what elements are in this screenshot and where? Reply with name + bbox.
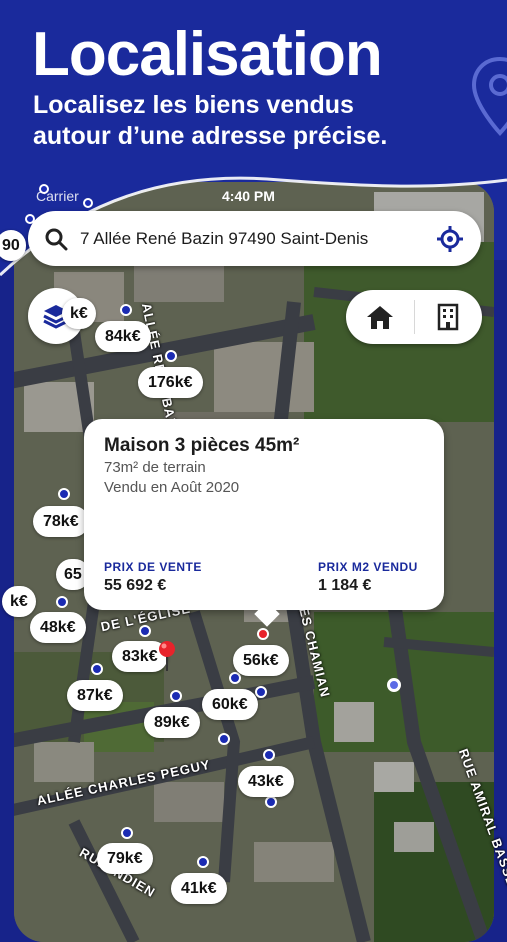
price-marker[interactable]: 87k€ xyxy=(67,680,123,711)
red-map-pin-icon xyxy=(159,641,175,671)
price-marker[interactable]: 176k€ xyxy=(138,367,203,398)
house-filter-button[interactable] xyxy=(346,290,414,344)
sale-dot[interactable] xyxy=(265,796,277,808)
promo-subtitle-line2: autour d’une adresse précise. xyxy=(33,122,388,150)
search-input[interactable]: 7 Allée René Bazin 97490 Saint-Denis xyxy=(80,229,368,249)
building-icon xyxy=(437,303,459,331)
price-marker[interactable]: 48k€ xyxy=(30,612,86,643)
sale-price-value: 55 692 € xyxy=(104,577,167,594)
sale-dot[interactable] xyxy=(139,625,151,637)
sale-dot[interactable] xyxy=(121,827,133,839)
sale-dot[interactable] xyxy=(25,214,35,224)
sale-dot[interactable] xyxy=(56,596,68,608)
house-icon xyxy=(367,306,393,329)
promo-title: Localisation xyxy=(32,20,383,89)
property-info-card[interactable]: Maison 3 pièces 45m² 73m² de terrain Ven… xyxy=(84,419,444,627)
price-marker-partial[interactable]: k€ xyxy=(2,586,36,617)
price-per-m2-value: 1 184 € xyxy=(318,577,372,594)
apartment-filter-button[interactable] xyxy=(415,290,482,344)
price-marker[interactable]: 56k€ xyxy=(233,645,289,676)
promo-subtitle: Localisez les biens vendus autour d’une … xyxy=(33,90,493,152)
sale-dot[interactable] xyxy=(83,198,93,208)
current-location-dot xyxy=(387,678,401,692)
property-type-toggle[interactable] xyxy=(346,290,482,344)
price-marker[interactable]: 89k€ xyxy=(144,707,200,738)
property-sale-date: Vendu en Août 2020 xyxy=(104,479,240,496)
sale-dot[interactable] xyxy=(218,733,230,745)
sale-dot[interactable] xyxy=(170,690,182,702)
selected-sale-dot[interactable] xyxy=(257,628,269,640)
sale-dot[interactable] xyxy=(165,350,177,362)
location-pin-icon xyxy=(471,56,507,136)
property-title: Maison 3 pièces 45m² xyxy=(104,435,300,456)
sale-dot[interactable] xyxy=(229,672,241,684)
price-per-m2-label: PRIX M2 VENDU xyxy=(318,560,418,574)
address-search-bar[interactable]: 7 Allée René Bazin 97490 Saint-Denis xyxy=(28,211,481,266)
sale-dot[interactable] xyxy=(39,184,49,194)
promo-subtitle-line1: Localisez les biens vendus xyxy=(33,91,354,119)
search-icon xyxy=(45,228,68,251)
price-marker[interactable]: 43k€ xyxy=(238,766,294,797)
sale-dot[interactable] xyxy=(58,488,70,500)
price-marker[interactable]: 84k€ xyxy=(95,321,151,352)
sale-dot[interactable] xyxy=(197,856,209,868)
sale-dot[interactable] xyxy=(255,686,267,698)
sale-dot[interactable] xyxy=(263,749,275,761)
price-marker-partial[interactable]: k€ xyxy=(62,298,96,329)
crosshair-icon[interactable] xyxy=(436,225,464,253)
price-marker[interactable]: 78k€ xyxy=(33,506,89,537)
sale-price-label: PRIX DE VENTE xyxy=(104,560,202,574)
price-marker[interactable]: 79k€ xyxy=(97,843,153,874)
property-land-area: 73m² de terrain xyxy=(104,459,206,476)
status-time: 4:40 PM xyxy=(222,188,275,204)
price-marker[interactable]: 41k€ xyxy=(171,873,227,904)
sale-dot[interactable] xyxy=(91,663,103,675)
price-marker[interactable]: 60k€ xyxy=(202,689,258,720)
sale-dot[interactable] xyxy=(120,304,132,316)
